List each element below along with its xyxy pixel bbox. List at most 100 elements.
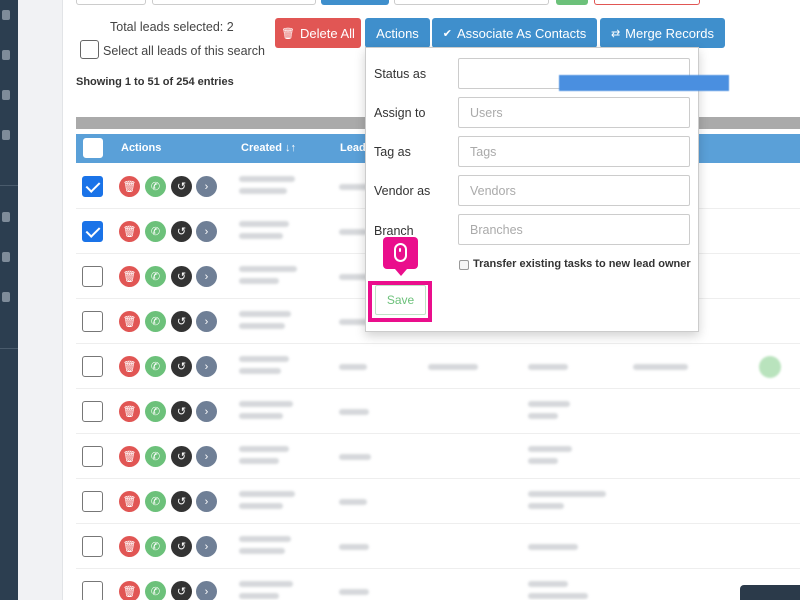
top-button[interactable] xyxy=(556,0,588,5)
chevron-right-icon[interactable]: › xyxy=(196,536,217,557)
phone-icon[interactable]: ✆ xyxy=(145,221,166,242)
assign-users-input[interactable] xyxy=(458,97,690,128)
top-button[interactable] xyxy=(76,0,146,5)
sort-icon: ↓↑ xyxy=(285,142,297,154)
top-button[interactable] xyxy=(594,0,700,5)
top-button[interactable] xyxy=(394,0,549,5)
history-icon[interactable]: ↺ xyxy=(171,446,192,467)
branches-input[interactable] xyxy=(458,214,690,245)
blurred-cell xyxy=(239,356,289,362)
phone-icon[interactable]: ✆ xyxy=(145,356,166,377)
status-label: Status as xyxy=(374,67,427,81)
chevron-right-icon[interactable]: › xyxy=(196,581,217,600)
row-checkbox[interactable] xyxy=(82,221,103,242)
select-all-checkbox[interactable] xyxy=(80,40,99,59)
sidebar-icon[interactable] xyxy=(2,10,10,20)
trash-icon: 🗑 xyxy=(281,27,296,40)
blurred-cell xyxy=(528,491,606,497)
history-icon[interactable]: ↺ xyxy=(171,581,192,600)
delete-icon[interactable]: 🗑 xyxy=(119,356,140,377)
top-button[interactable] xyxy=(152,0,316,5)
blurred-cell xyxy=(239,446,289,452)
table-row: 🗑 ✆ ↺ › xyxy=(76,389,800,434)
delete-icon[interactable]: 🗑 xyxy=(119,491,140,512)
chevron-right-icon[interactable]: › xyxy=(196,311,217,332)
assign-label: Assign to xyxy=(374,106,426,120)
tag-label: Tag as xyxy=(374,145,411,159)
delete-icon[interactable]: 🗑 xyxy=(119,536,140,557)
history-icon[interactable]: ↺ xyxy=(171,491,192,512)
row-checkbox[interactable] xyxy=(82,356,103,377)
chevron-right-icon[interactable]: › xyxy=(196,221,217,242)
chevron-right-icon[interactable]: › xyxy=(196,356,217,377)
row-checkbox[interactable] xyxy=(82,491,103,512)
vendor-label: Vendor as xyxy=(374,184,431,198)
blurred-cell xyxy=(239,581,293,587)
delete-all-button[interactable]: 🗑 Delete All xyxy=(275,18,361,48)
row-checkbox[interactable] xyxy=(82,401,103,422)
tags-input[interactable] xyxy=(458,136,690,167)
row-checkbox[interactable] xyxy=(82,536,103,557)
history-icon[interactable]: ↺ xyxy=(171,311,192,332)
delete-icon[interactable]: 🗑 xyxy=(119,581,140,600)
associate-contacts-button[interactable]: ✔ Associate As Contacts xyxy=(432,18,597,48)
sidebar-divider xyxy=(0,185,18,186)
row-checkbox[interactable] xyxy=(82,581,103,600)
branch-label: Branch xyxy=(374,224,414,238)
status-select[interactable] xyxy=(458,58,729,91)
history-icon[interactable]: ↺ xyxy=(171,356,192,377)
row-checkbox[interactable] xyxy=(82,446,103,467)
chat-widget[interactable] xyxy=(740,585,800,600)
blurred-cell xyxy=(528,544,578,550)
history-icon[interactable]: ↺ xyxy=(171,266,192,287)
phone-icon[interactable]: ✆ xyxy=(145,176,166,197)
delete-icon[interactable]: 🗑 xyxy=(119,446,140,467)
phone-icon[interactable]: ✆ xyxy=(145,536,166,557)
history-icon[interactable]: ↺ xyxy=(171,221,192,242)
phone-icon[interactable]: ✆ xyxy=(145,266,166,287)
vendors-input[interactable] xyxy=(458,175,690,206)
table-row: 🗑 ✆ ↺ › xyxy=(76,479,800,524)
row-checkbox[interactable] xyxy=(82,176,103,197)
blurred-cell xyxy=(633,364,688,370)
chevron-right-icon[interactable]: › xyxy=(196,401,217,422)
phone-icon[interactable]: ✆ xyxy=(145,581,166,600)
chevron-right-icon[interactable]: › xyxy=(196,266,217,287)
blurred-cell xyxy=(239,311,291,317)
phone-icon[interactable]: ✆ xyxy=(145,311,166,332)
header-select-checkbox[interactable] xyxy=(83,138,103,158)
delete-icon[interactable]: 🗑 xyxy=(119,176,140,197)
row-checkbox[interactable] xyxy=(82,311,103,332)
select-all-label: Select all leads of this search xyxy=(103,44,265,58)
history-icon[interactable]: ↺ xyxy=(171,401,192,422)
sidebar-icon[interactable] xyxy=(2,292,10,302)
transfer-tasks-checkbox[interactable] xyxy=(459,260,469,270)
chevron-right-icon[interactable]: › xyxy=(196,446,217,467)
history-icon[interactable]: ↺ xyxy=(171,176,192,197)
delete-icon[interactable]: 🗑 xyxy=(119,311,140,332)
delete-icon[interactable]: 🗑 xyxy=(119,401,140,422)
actions-button[interactable]: Actions xyxy=(365,18,430,48)
showing-entries-text: Showing 1 to 51 of 254 entries xyxy=(76,76,234,88)
chevron-right-icon[interactable]: › xyxy=(196,491,217,512)
delete-icon[interactable]: 🗑 xyxy=(119,221,140,242)
phone-icon[interactable]: ✆ xyxy=(145,401,166,422)
header-created[interactable]: Created ↓↑ xyxy=(241,142,296,154)
chevron-right-icon[interactable]: › xyxy=(196,176,217,197)
blurred-cell xyxy=(528,458,558,464)
sidebar-icon[interactable] xyxy=(2,252,10,262)
delete-icon[interactable]: 🗑 xyxy=(119,266,140,287)
row-checkbox[interactable] xyxy=(82,266,103,287)
merge-records-button[interactable]: ⇄ Merge Records xyxy=(600,18,725,48)
history-icon[interactable]: ↺ xyxy=(171,536,192,557)
sidebar-icon[interactable] xyxy=(2,130,10,140)
sidebar-icon[interactable] xyxy=(2,50,10,60)
sidebar-icon[interactable] xyxy=(2,212,10,222)
click-highlight-box xyxy=(368,281,432,322)
phone-icon[interactable]: ✆ xyxy=(145,491,166,512)
phone-icon[interactable]: ✆ xyxy=(145,446,166,467)
status-dot xyxy=(759,356,781,378)
header-lead: Lead xyxy=(340,142,366,154)
top-button[interactable] xyxy=(321,0,389,5)
sidebar-icon[interactable] xyxy=(2,90,10,100)
